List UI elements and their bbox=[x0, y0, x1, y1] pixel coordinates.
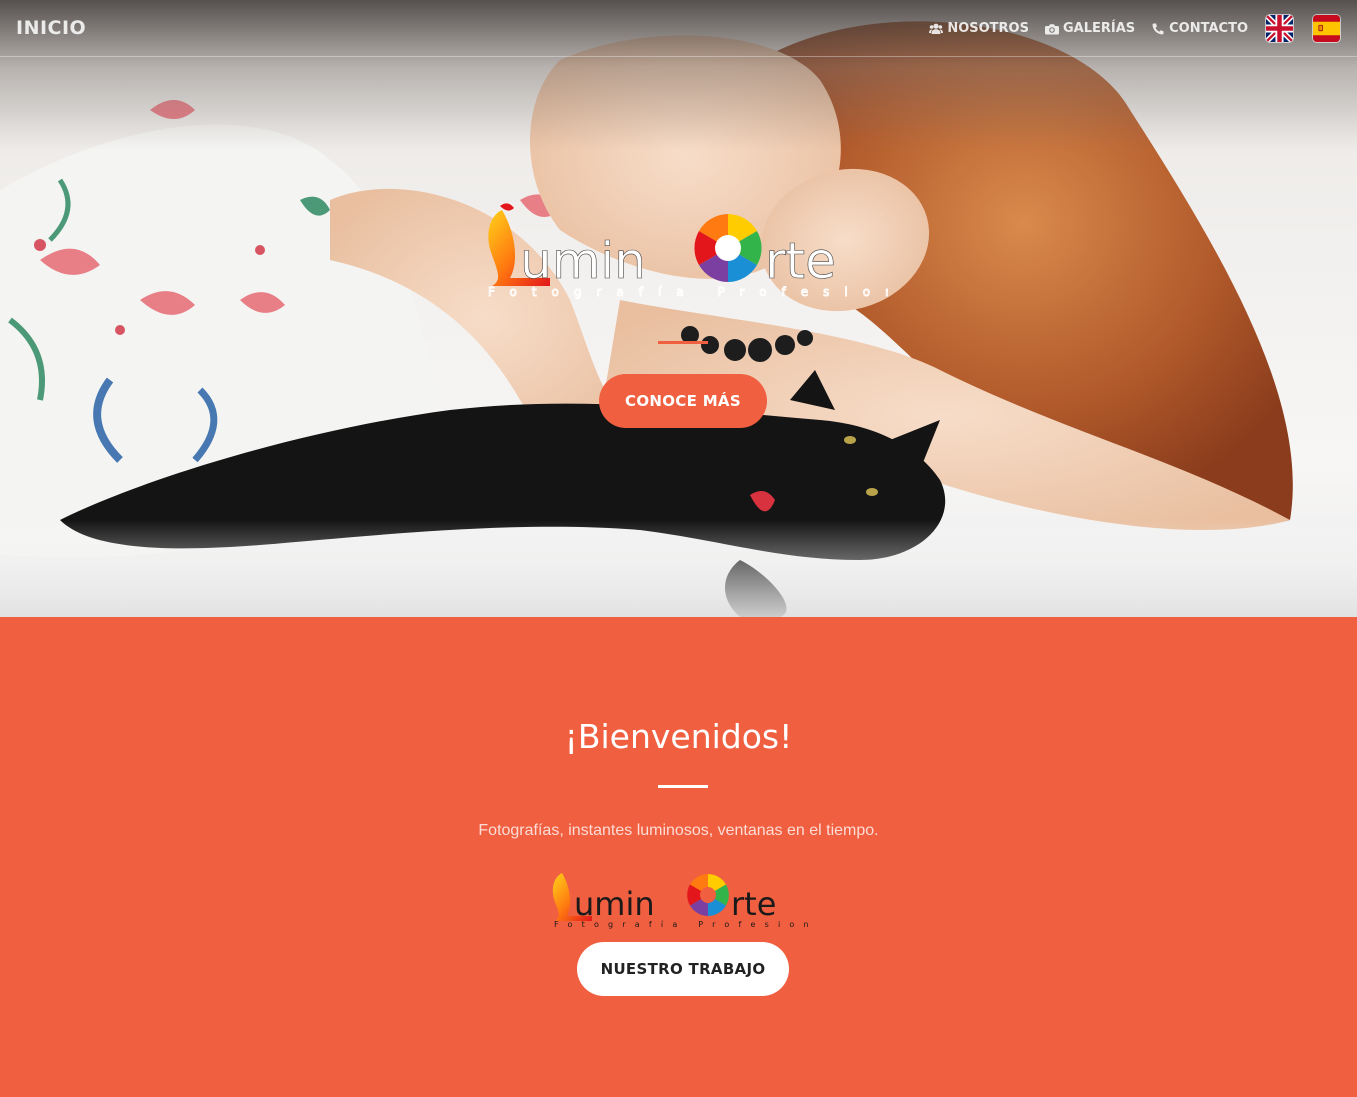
luminarte-logo-small: umin rte Fotografía Profesional bbox=[552, 873, 812, 929]
our-work-button[interactable]: NUESTRO TRABAJO bbox=[577, 942, 789, 996]
nav-links: NOSOTROS GALERÍAS CONTACTO bbox=[929, 0, 1357, 57]
uk-flag-icon bbox=[1266, 15, 1293, 42]
phone-icon bbox=[1152, 23, 1164, 34]
camera-icon bbox=[1044, 23, 1059, 34]
luminarte-logo: umin rte Fotografía Profesional bbox=[488, 203, 888, 299]
welcome-divider bbox=[658, 785, 708, 788]
spain-flag-icon bbox=[1313, 15, 1340, 42]
spanish-language-button[interactable] bbox=[1313, 15, 1340, 42]
welcome-section: ¡Bienvenidos! Fotografías, instantes lum… bbox=[0, 617, 1357, 1097]
nav-brand-home[interactable]: INICIO bbox=[16, 17, 86, 39]
nav-link-label: CONTACTO bbox=[1169, 21, 1248, 36]
nav-link-nosotros[interactable]: NOSOTROS bbox=[929, 21, 1029, 36]
nav-link-galerias[interactable]: GALERÍAS bbox=[1044, 21, 1136, 36]
nav-link-label: NOSOTROS bbox=[947, 21, 1029, 36]
svg-text:Fotografía Profesional: Fotografía Profesional bbox=[488, 285, 888, 299]
welcome-text: Fotografías, instantes luminosos, ventan… bbox=[478, 822, 879, 839]
hero-section: umin rte Fotografía Profesional CONOCE M… bbox=[0, 0, 1357, 617]
svg-text:umin: umin bbox=[520, 232, 646, 290]
welcome-title: ¡Bienvenidos! bbox=[564, 717, 793, 756]
svg-text:umin: umin bbox=[574, 885, 655, 923]
svg-text:rte: rte bbox=[731, 885, 776, 923]
nav-link-label: GALERÍAS bbox=[1062, 21, 1136, 36]
svg-text:Fotografía Profesional: Fotografía Profesional bbox=[554, 920, 812, 929]
learn-more-button[interactable]: CONOCE MÁS bbox=[599, 374, 767, 428]
svg-text:rte: rte bbox=[765, 232, 836, 290]
english-language-button[interactable] bbox=[1266, 15, 1293, 42]
hero-divider bbox=[658, 341, 708, 344]
users-icon bbox=[929, 23, 944, 34]
top-navbar: INICIO NOSOTROS GALERÍAS CONTACTO bbox=[0, 0, 1357, 57]
nav-link-contacto[interactable]: CONTACTO bbox=[1151, 21, 1248, 36]
